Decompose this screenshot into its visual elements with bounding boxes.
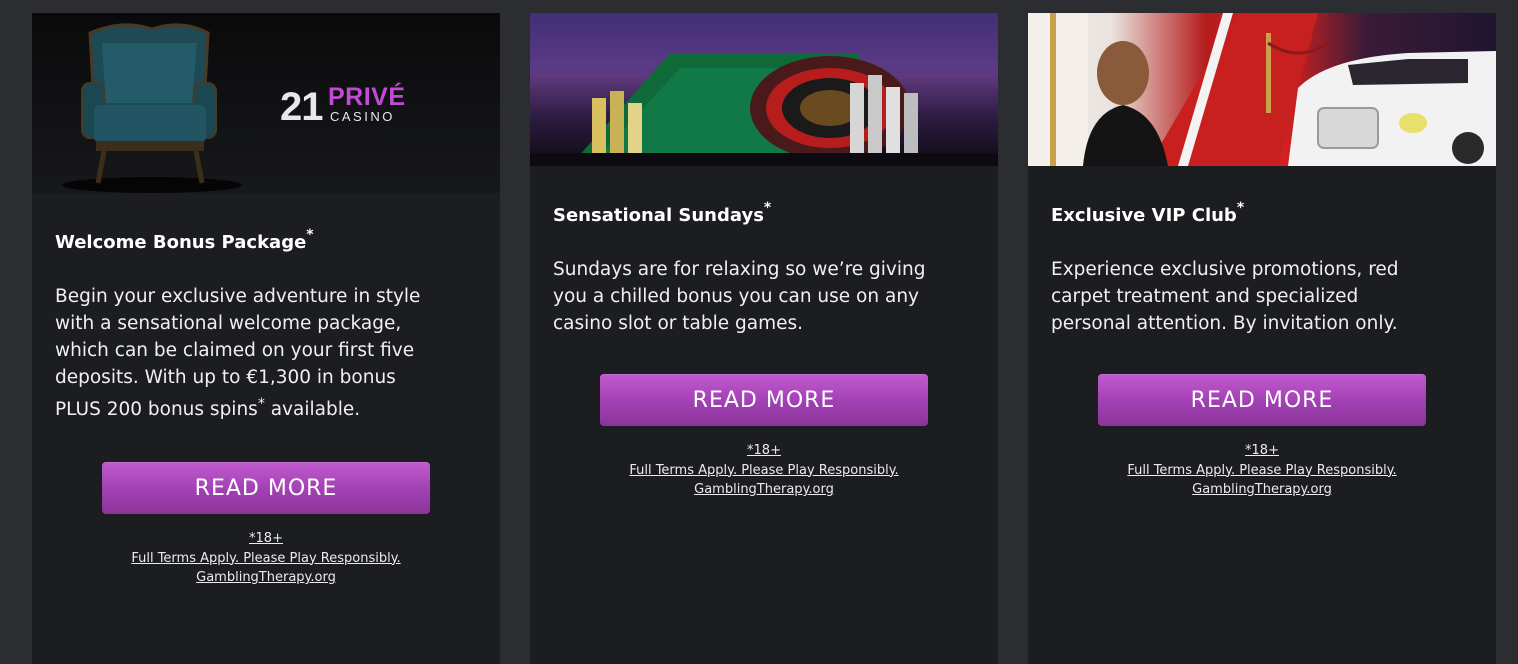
- age-restriction-link[interactable]: *18+: [32, 529, 500, 549]
- read-more-button[interactable]: READ MORE: [600, 374, 928, 426]
- description-line: deposits. With up to €1,300 in bonus: [55, 367, 396, 388]
- red-carpet-limousine-image: [1028, 13, 1496, 166]
- velvet-armchair-image: [62, 23, 242, 193]
- description-line: personal attention. By invitation only.: [1051, 313, 1398, 334]
- read-more-button[interactable]: READ MORE: [1098, 374, 1426, 426]
- description-line: Begin your exclusive adventure in style: [55, 286, 421, 307]
- terms-block: *18+ Full Terms Apply. Please Play Respo…: [32, 529, 500, 588]
- description-line: Experience exclusive promotions, red: [1051, 259, 1399, 280]
- description-line: Sundays are for relaxing so we’re giving: [553, 259, 926, 280]
- gambling-therapy-link[interactable]: GamblingTherapy.org: [32, 568, 500, 588]
- description-line: casino slot or table games.: [553, 313, 803, 334]
- promo-banner-image: 21 PRIVÉ CASINO: [32, 13, 500, 193]
- promo-card-sensational-sundays: Sensational Sundays* Sundays are for rel…: [530, 13, 998, 664]
- age-restriction-link[interactable]: *18+: [530, 441, 998, 461]
- full-terms-link[interactable]: Full Terms Apply. Please Play Responsibl…: [1028, 461, 1496, 481]
- gambling-therapy-link[interactable]: GamblingTherapy.org: [1028, 480, 1496, 500]
- asterisk-mark: *: [1236, 200, 1245, 216]
- card-title: Welcome Bonus Package*: [55, 227, 314, 253]
- full-terms-link[interactable]: Full Terms Apply. Please Play Responsibl…: [32, 549, 500, 569]
- description-line: with a sensational welcome package,: [55, 313, 402, 334]
- description-line: carpet treatment and specialized: [1051, 286, 1359, 307]
- card-title: Exclusive VIP Club*: [1051, 200, 1245, 226]
- description-line: which can be claimed on your first five: [55, 340, 415, 361]
- card-description: Begin your exclusive adventure in style …: [55, 283, 485, 423]
- promo-banner-image: [530, 13, 998, 166]
- card-title: Sensational Sundays*: [553, 200, 772, 226]
- card-description: Experience exclusive promotions, red car…: [1051, 256, 1481, 337]
- promo-banner-image: [1028, 13, 1496, 166]
- roulette-table-image: [530, 13, 998, 166]
- promo-card-vip-club: Exclusive VIP Club* Experience exclusive…: [1028, 13, 1496, 664]
- promo-card-welcome-bonus: 21 PRIVÉ CASINO Welcome Bonus Package* B…: [32, 13, 500, 664]
- asterisk-mark: *: [763, 200, 772, 216]
- read-more-button[interactable]: READ MORE: [102, 462, 430, 514]
- description-line: PLUS 200 bonus spins* available.: [55, 396, 361, 421]
- age-restriction-link[interactable]: *18+: [1028, 441, 1496, 461]
- description-line: you a chilled bonus you can use on any: [553, 286, 919, 307]
- terms-block: *18+ Full Terms Apply. Please Play Respo…: [530, 441, 998, 500]
- card-description: Sundays are for relaxing so we’re giving…: [553, 256, 983, 337]
- casino-logo-sub: CASINO: [330, 109, 395, 124]
- asterisk-mark: *: [306, 227, 314, 243]
- terms-block: *18+ Full Terms Apply. Please Play Respo…: [1028, 441, 1496, 500]
- casino-logo-number: 21: [280, 85, 323, 129]
- casino-logo-word: PRIVÉ: [328, 83, 406, 111]
- full-terms-link[interactable]: Full Terms Apply. Please Play Responsibl…: [530, 461, 998, 481]
- gambling-therapy-link[interactable]: GamblingTherapy.org: [530, 480, 998, 500]
- asterisk-mark: *: [257, 396, 265, 412]
